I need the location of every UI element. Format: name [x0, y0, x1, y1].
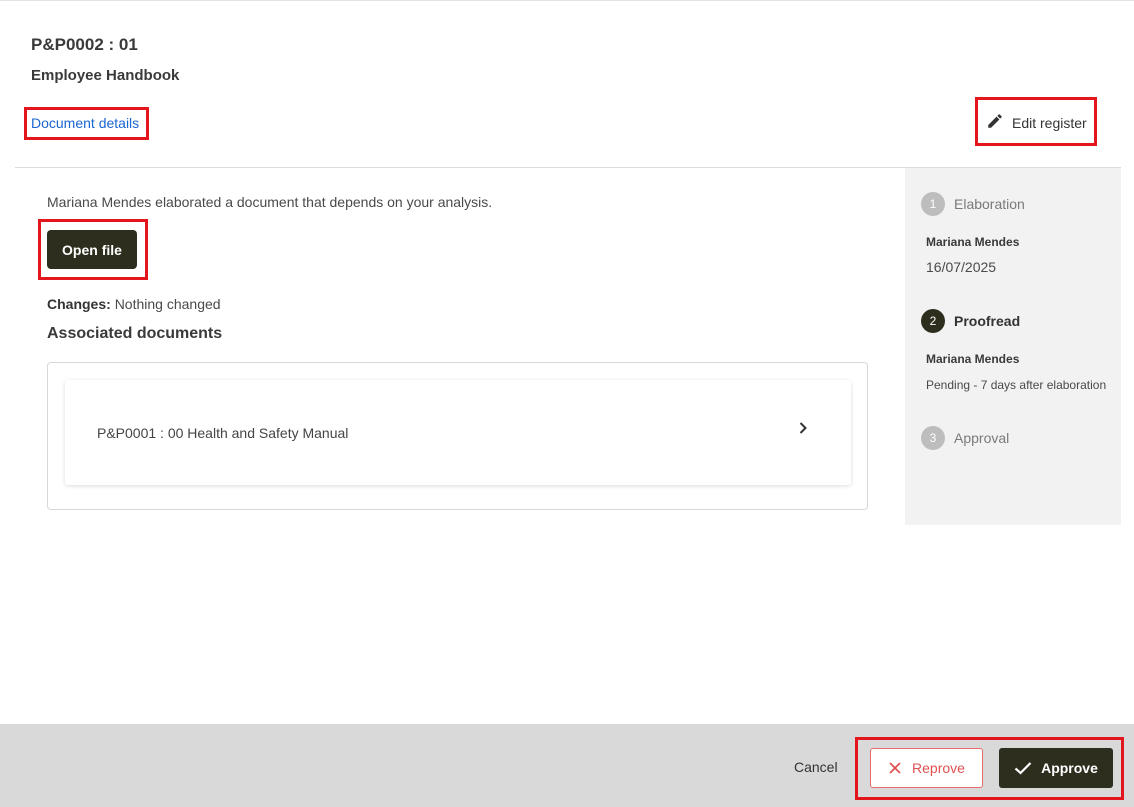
step-number: 3 — [921, 426, 945, 450]
step-number: 2 — [921, 309, 945, 333]
document-details-link[interactable]: Document details — [31, 115, 139, 131]
step-label: Proofread — [954, 313, 1021, 329]
close-icon — [889, 762, 901, 774]
associated-documents-heading: Associated documents — [47, 325, 223, 342]
step-label: Approval — [954, 430, 1010, 446]
workflow-step-elaboration: 1 Elaboration — [921, 192, 1025, 216]
reprove-button[interactable]: Reprove — [870, 748, 983, 788]
document-code: P&P0002 : 01 — [31, 35, 138, 54]
step-status: Pending - 7 days after elaboration — [926, 378, 1107, 392]
step-date: 16/07/2025 — [926, 259, 997, 275]
step-person: Mariana Mendes — [926, 235, 1020, 249]
open-file-button[interactable]: Open file — [47, 230, 137, 269]
changes-value: Nothing changed — [114, 296, 221, 312]
cancel-button[interactable]: Cancel — [794, 759, 838, 775]
workflow-sidebar: 1 Elaboration Mariana Mendes 16/07/2025 … — [905, 168, 1121, 525]
approve-button[interactable]: Approve — [999, 748, 1113, 788]
workflow-step-proofread: 2 Proofread — [921, 309, 1020, 333]
approve-label: Approve — [1041, 760, 1098, 776]
chevron-right-icon — [799, 422, 807, 434]
changes-label: Changes: — [47, 296, 111, 312]
step-number: 1 — [921, 192, 945, 216]
associated-document-label: P&P0001 : 00 Health and Safety Manual — [97, 424, 349, 441]
step-person: Mariana Mendes — [926, 352, 1020, 366]
associated-documents-list: P&P0001 : 00 Health and Safety Manual — [47, 362, 868, 510]
top-border — [0, 0, 1134, 1]
edit-register-label: Edit register — [1012, 114, 1087, 131]
changes-info: Changes: Nothing changed — [47, 296, 221, 312]
document-title: Employee Handbook — [31, 67, 180, 84]
step-label: Elaboration — [954, 196, 1025, 212]
reprove-label: Reprove — [912, 760, 965, 776]
check-icon — [1014, 762, 1032, 775]
associated-document-item[interactable]: P&P0001 : 00 Health and Safety Manual — [65, 380, 851, 485]
edit-register-button[interactable]: Edit register — [986, 112, 1087, 133]
workflow-step-approval: 3 Approval — [921, 426, 1009, 450]
analysis-message: Mariana Mendes elaborated a document tha… — [47, 194, 493, 210]
pencil-icon — [986, 112, 1004, 133]
